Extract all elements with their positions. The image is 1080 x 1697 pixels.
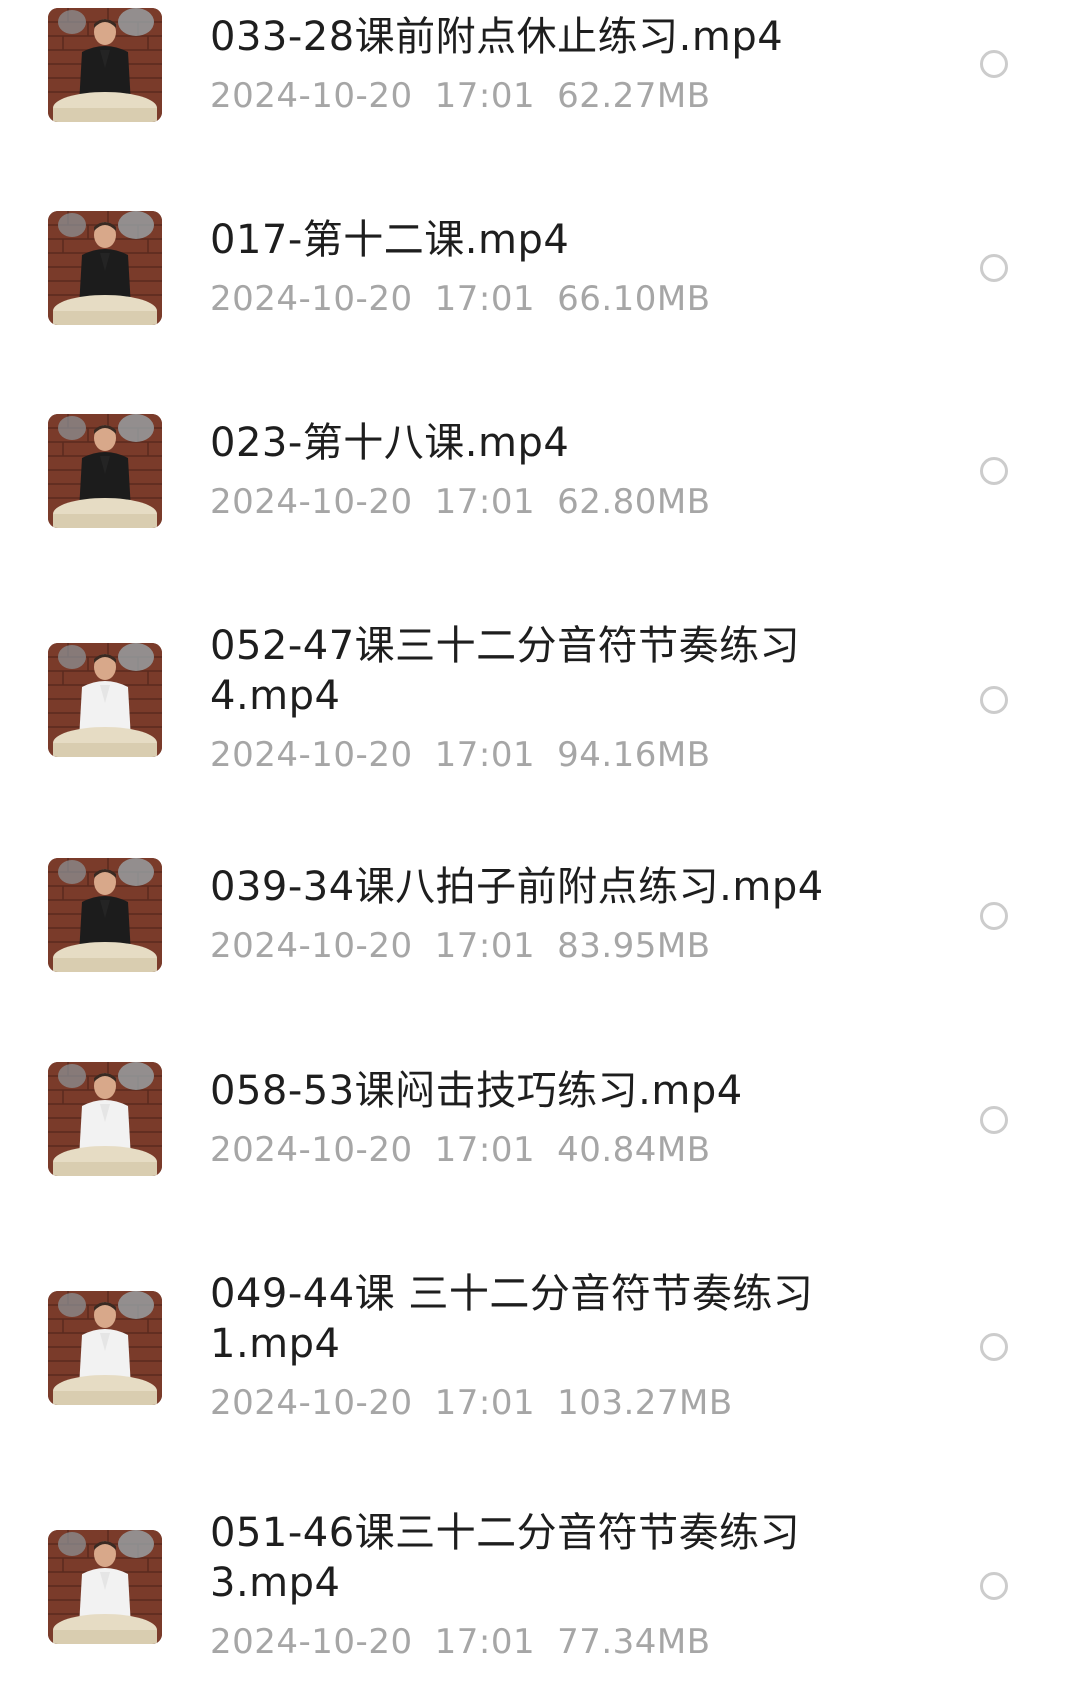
file-date: 2024-10-20 <box>210 76 413 116</box>
select-radio-icon[interactable] <box>980 686 1008 714</box>
file-name: 023-第十八课.mp4 <box>210 420 570 466</box>
select-radio-icon[interactable] <box>980 254 1008 282</box>
select-radio-icon[interactable] <box>980 1106 1008 1134</box>
file-date: 2024-10-20 <box>210 1622 413 1662</box>
video-thumbnail-icon <box>48 858 162 972</box>
file-meta: 2024-10-20 17:01 40.84MB <box>210 1130 850 1170</box>
file-size: 94.16MB <box>557 735 711 775</box>
file-time: 17:01 <box>434 76 536 116</box>
file-name: 051-46课三十二分音符节奏练习3.mp4 <box>210 1510 801 1606</box>
file-date: 2024-10-20 <box>210 1130 413 1170</box>
file-meta: 2024-10-20 17:01 103.27MB <box>210 1383 850 1423</box>
file-size: 103.27MB <box>557 1383 733 1423</box>
file-date: 2024-10-20 <box>210 926 413 966</box>
select-radio-icon[interactable] <box>980 902 1008 930</box>
file-time: 17:01 <box>434 1622 536 1662</box>
video-thumbnail-icon <box>48 1530 162 1644</box>
file-meta: 2024-10-20 17:01 66.10MB <box>210 279 850 319</box>
file-date: 2024-10-20 <box>210 1383 413 1423</box>
file-meta: 2024-10-20 17:01 83.95MB <box>210 926 850 966</box>
select-radio-icon[interactable] <box>980 1333 1008 1361</box>
video-thumbnail-icon <box>48 414 162 528</box>
file-size: 62.80MB <box>557 482 711 522</box>
file-name: 033-28课前附点休止练习.mp4 <box>210 14 784 60</box>
file-size: 40.84MB <box>557 1130 711 1170</box>
file-name: 049-44课 三十二分音符节奏练习1.mp4 <box>210 1271 814 1367</box>
file-meta: 2024-10-20 17:01 77.34MB <box>210 1622 850 1662</box>
file-date: 2024-10-20 <box>210 482 413 522</box>
video-thumbnail-icon <box>48 1291 162 1405</box>
file-time: 17:01 <box>434 279 536 319</box>
video-thumbnail-icon <box>48 211 162 325</box>
select-radio-icon[interactable] <box>980 1572 1008 1600</box>
file-date: 2024-10-20 <box>210 279 413 319</box>
video-thumbnail-icon <box>48 8 162 122</box>
file-time: 17:01 <box>434 926 536 966</box>
file-date: 2024-10-20 <box>210 735 413 775</box>
file-size: 77.34MB <box>557 1622 711 1662</box>
file-time: 17:01 <box>434 1383 536 1423</box>
video-thumbnail-icon <box>48 1062 162 1176</box>
select-radio-icon[interactable] <box>980 50 1008 78</box>
file-size: 62.27MB <box>557 76 711 116</box>
file-name: 052-47课三十二分音符节奏练习4.mp4 <box>210 623 801 719</box>
file-time: 17:01 <box>434 735 536 775</box>
select-radio-icon[interactable] <box>980 457 1008 485</box>
file-meta: 2024-10-20 17:01 94.16MB <box>210 735 850 775</box>
file-meta: 2024-10-20 17:01 62.80MB <box>210 482 850 522</box>
file-name: 017-第十二课.mp4 <box>210 217 570 263</box>
file-size: 66.10MB <box>557 279 711 319</box>
file-name: 039-34课八拍子前附点练习.mp4 <box>210 864 824 910</box>
file-list: 033-28课前附点休止练习.mp4 2024-10-20 17:01 62.27M… <box>0 0 1080 1697</box>
video-thumbnail-icon <box>48 643 162 757</box>
file-size: 83.95MB <box>557 926 711 966</box>
file-time: 17:01 <box>434 1130 536 1170</box>
file-time: 17:01 <box>434 482 536 522</box>
file-name: 058-53课闷击技巧练习.mp4 <box>210 1068 743 1114</box>
file-meta: 2024-10-20 17:01 62.27MB <box>210 76 850 116</box>
